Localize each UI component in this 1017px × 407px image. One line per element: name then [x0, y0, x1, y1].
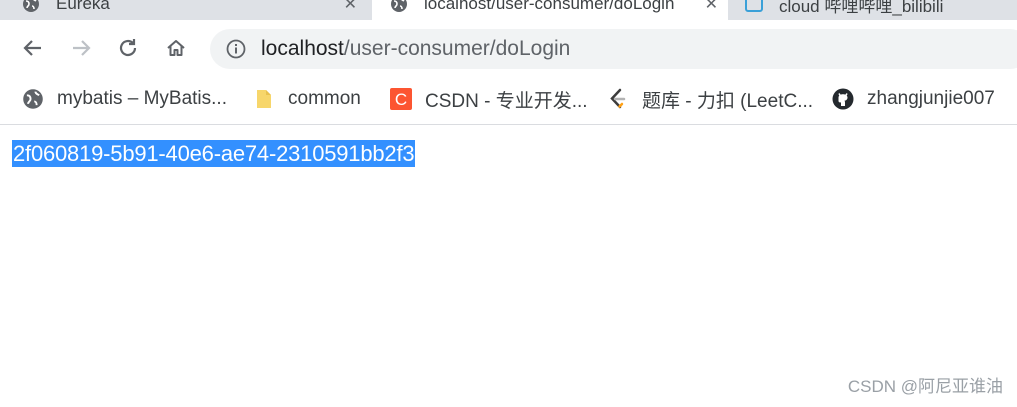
- page-content: 2f060819-5b91-40e6-ae74-2310591bb2f3 CSD…: [0, 125, 1017, 407]
- bookmark-label: CSDN - 专业开发...: [425, 90, 588, 112]
- url-path: /user-consumer/doLogin: [343, 37, 571, 60]
- tab-strip: Eureka ✕ localhost/user-consumer/doLogin…: [0, 0, 1017, 20]
- bookmark-label: common: [288, 88, 361, 109]
- bookmark-common[interactable]: common: [253, 86, 361, 112]
- folder-icon: [253, 88, 275, 110]
- svg-text:C: C: [395, 90, 407, 109]
- tab-title: cloud 哔哩哔哩_bilibili: [779, 0, 944, 16]
- csdn-icon: C: [390, 88, 412, 110]
- leetcode-icon: [607, 88, 629, 110]
- github-icon: [832, 88, 854, 110]
- home-icon[interactable]: [161, 33, 191, 63]
- globe-icon: [390, 0, 408, 13]
- browser-toolbar: localhost/user-consumer/doLogin: [0, 20, 1017, 78]
- tab-eureka[interactable]: Eureka ✕: [22, 0, 367, 20]
- info-icon[interactable]: [226, 39, 246, 59]
- close-icon[interactable]: ✕: [344, 0, 357, 14]
- address-bar[interactable]: localhost/user-consumer/doLogin: [210, 29, 1017, 69]
- watermark: CSDN @阿尼亚谁油: [847, 377, 1003, 396]
- tab-title: localhost/user-consumer/doLogin: [424, 0, 675, 13]
- tab-active[interactable]: localhost/user-consumer/doLogin ✕: [372, 0, 728, 20]
- bookmark-github[interactable]: zhangjunjie007: [832, 86, 995, 112]
- bookmarks-bar: mybatis – MyBatis... common C CSDN - 专业开…: [0, 78, 1017, 125]
- bookmark-csdn[interactable]: C CSDN - 专业开发...: [390, 86, 588, 112]
- bookmark-label: 题库 - 力扣 (LeetC...: [642, 90, 814, 112]
- tab-title: Eureka: [56, 0, 110, 13]
- bilibili-icon: [745, 0, 763, 12]
- bookmark-label: mybatis – MyBatis...: [57, 88, 227, 109]
- bookmark-mybatis[interactable]: mybatis – MyBatis...: [22, 86, 227, 112]
- bookmark-label: zhangjunjie007: [867, 88, 995, 109]
- reload-icon[interactable]: [113, 33, 143, 63]
- arrow-right-icon[interactable]: [66, 33, 96, 63]
- arrow-left-icon[interactable]: [18, 33, 48, 63]
- close-icon[interactable]: ✕: [705, 0, 718, 14]
- url-host: localhost: [261, 37, 344, 60]
- bookmark-leetcode[interactable]: 题库 - 力扣 (LeetC...: [607, 86, 813, 112]
- globe-icon: [22, 88, 44, 110]
- globe-icon: [22, 0, 40, 13]
- tab-bilibili[interactable]: cloud 哔哩哔哩_bilibili: [745, 0, 1017, 20]
- selected-token-text[interactable]: 2f060819-5b91-40e6-ae74-2310591bb2f3: [12, 140, 416, 167]
- url-text[interactable]: localhost/user-consumer/doLogin: [261, 38, 570, 60]
